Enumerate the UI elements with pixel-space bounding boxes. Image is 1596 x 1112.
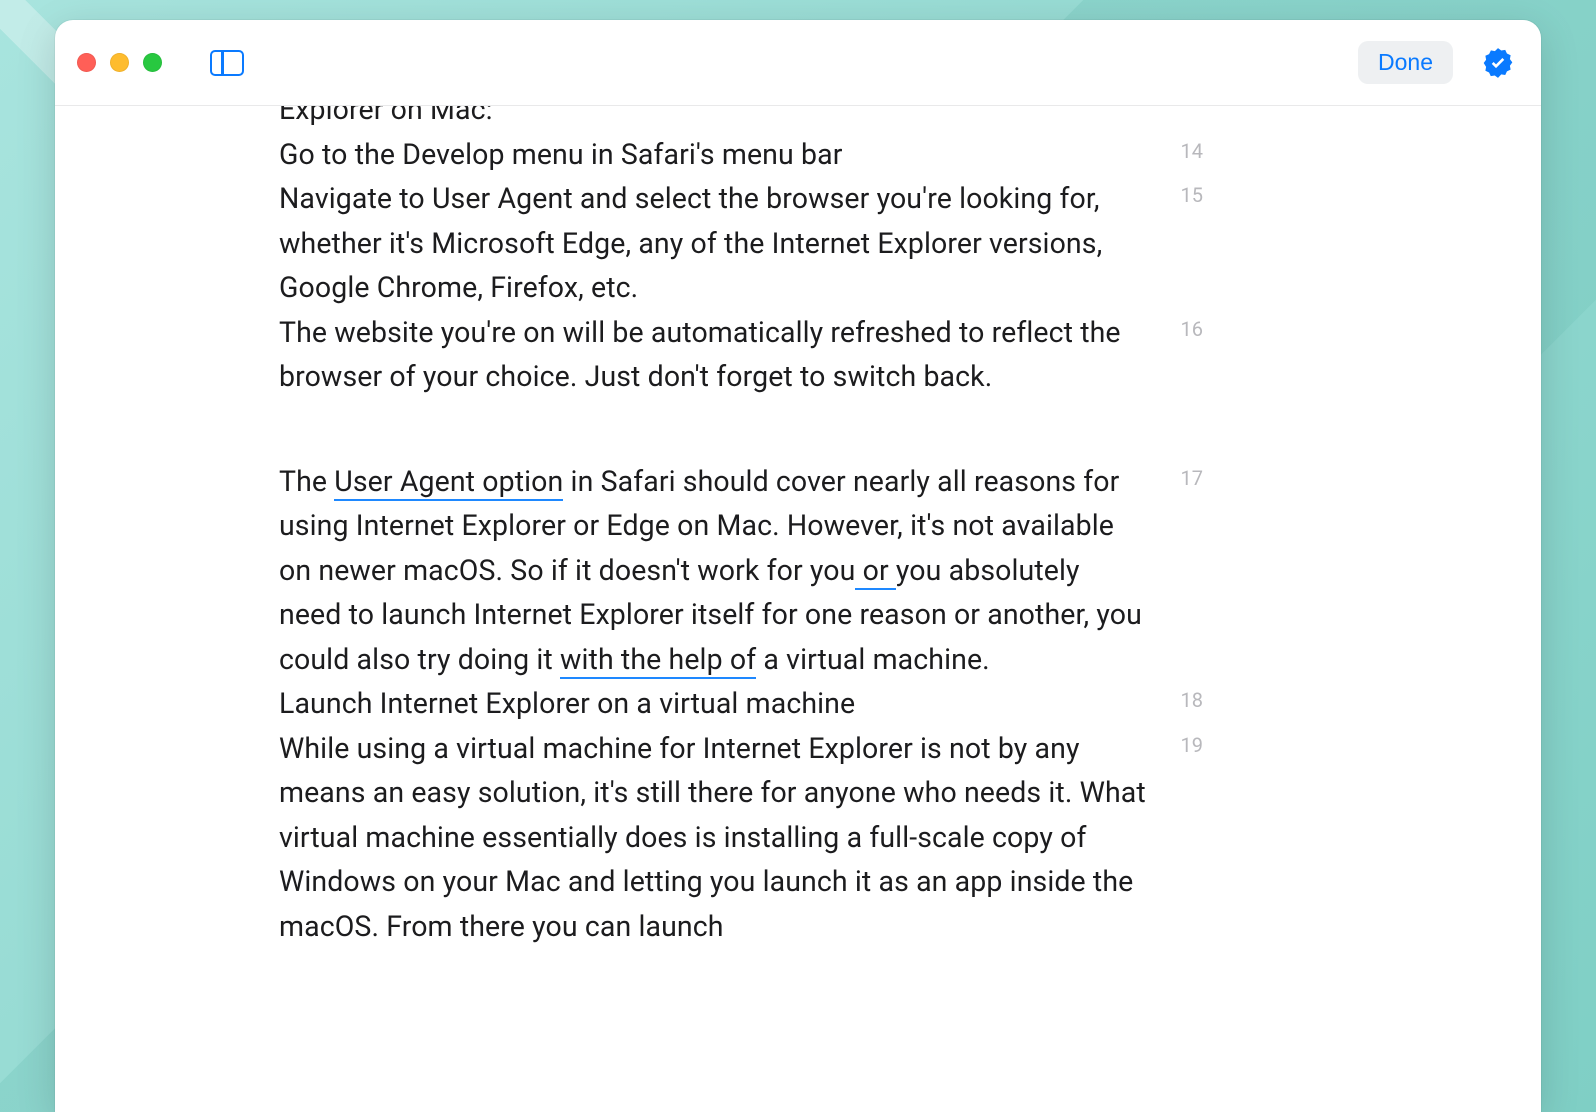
paragraph-number: 18: [1149, 682, 1209, 712]
minimize-window-button[interactable]: [110, 53, 129, 72]
paragraph-text[interactable]: Explorer on Mac:: [279, 106, 1149, 133]
paragraph-number: 14: [1149, 133, 1209, 163]
paragraph-text[interactable]: Launch Internet Explorer on a virtual ma…: [279, 682, 1149, 727]
paragraph-text[interactable]: Navigate to User Agent and select the br…: [279, 177, 1149, 311]
paragraph-row: Explorer on Mac:: [55, 106, 1541, 133]
window-titlebar: Done: [55, 20, 1541, 106]
paragraph-text[interactable]: While using a virtual machine for Intern…: [279, 727, 1149, 950]
toggle-sidebar-button[interactable]: [210, 50, 244, 76]
paragraph-number: 19: [1149, 727, 1209, 757]
paragraph-row: The website you're on will be automatica…: [55, 311, 1541, 400]
paragraph-number: 17: [1149, 460, 1209, 490]
paragraph-number: 15: [1149, 177, 1209, 207]
paragraph-row: Go to the Develop menu in Safari's menu …: [55, 133, 1541, 178]
document-content[interactable]: Explorer on Mac:Go to the Develop menu i…: [55, 106, 1541, 1112]
paragraph-text[interactable]: Go to the Develop menu in Safari's menu …: [279, 133, 1149, 178]
paragraph-row: The User Agent option in Safari should c…: [55, 460, 1541, 683]
paragraph-row: Launch Internet Explorer on a virtual ma…: [55, 682, 1541, 727]
close-window-button[interactable]: [77, 53, 96, 72]
window-controls: [77, 53, 162, 72]
done-button[interactable]: Done: [1358, 41, 1453, 84]
verified-badge-icon[interactable]: [1481, 46, 1515, 80]
paragraph-gap: [55, 400, 1541, 460]
zoom-window-button[interactable]: [143, 53, 162, 72]
paragraph-row: While using a virtual machine for Intern…: [55, 727, 1541, 950]
paragraph-text[interactable]: The User Agent option in Safari should c…: [279, 460, 1149, 683]
paragraph-text[interactable]: The website you're on will be automatica…: [279, 311, 1149, 400]
paragraph-row: Navigate to User Agent and select the br…: [55, 177, 1541, 311]
editor-window: Done Explorer on Mac:Go to the Develop m…: [55, 20, 1541, 1112]
paragraph-number: 16: [1149, 311, 1209, 341]
